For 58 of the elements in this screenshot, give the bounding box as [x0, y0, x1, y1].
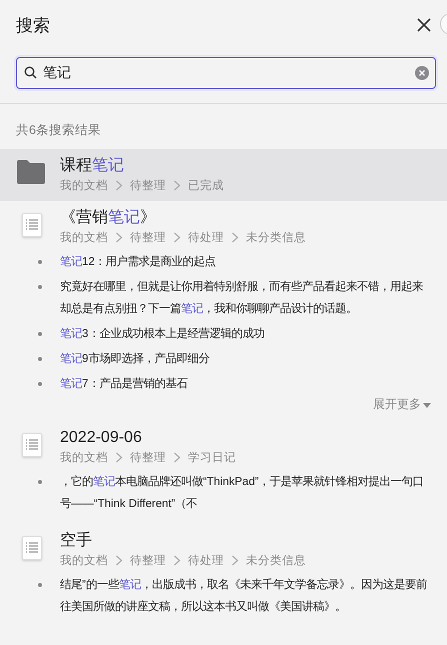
bullet-icon: [38, 285, 42, 289]
expand-more-link[interactable]: 展开更多: [373, 396, 431, 413]
breadcrumb-item[interactable]: 待处理: [188, 230, 224, 245]
search-icon: [24, 66, 37, 79]
panel-title: 搜索: [16, 14, 51, 36]
snippet-text: 结尾”的一些笔记，出版成书，取名《未来千年文学备忘录》。因为这是要前往美国所做的讲座文稿，所以这本书又叫做《美国讲稿》。: [60, 577, 428, 615]
breadcrumb-item[interactable]: 待整理: [130, 178, 166, 193]
search-field[interactable]: 笔记: [16, 57, 436, 89]
breadcrumb-item[interactable]: 未分类信息: [246, 553, 306, 568]
chevron-icon: [173, 180, 181, 191]
breadcrumb-item[interactable]: 我的文档: [60, 450, 108, 465]
clear-icon[interactable]: [415, 66, 429, 80]
search-result[interactable]: 空手 我的文档 待整理 待处理 未分类信息 结尾”的一些笔记，出版成书，取名《未来千年文学备忘录》。因为这是要前往美国所做的讲座文稿，所以这本书又叫做《美国讲稿》。: [0, 524, 447, 627]
chevron-icon: [115, 180, 123, 191]
chevron-icon: [173, 452, 181, 463]
document-icon: [22, 433, 42, 457]
breadcrumb-item[interactable]: 我的文档: [60, 230, 108, 245]
breadcrumb-item[interactable]: 我的文档: [60, 178, 108, 193]
result-count: 共6条搜索结果: [15, 122, 102, 139]
breadcrumb-item[interactable]: 我的文档: [60, 553, 108, 568]
document-icon: [22, 536, 42, 560]
chevron-icon: [115, 232, 123, 243]
snippet-text: ，它的笔记本电脑品牌还叫做“ThinkPad”，于是苹果就针锋相对提出一句口号——“Think Different”（不: [60, 474, 425, 512]
breadcrumb-item[interactable]: 学习日记: [188, 450, 236, 465]
breadcrumb-item[interactable]: 待处理: [188, 553, 224, 568]
close-button[interactable]: [417, 18, 431, 32]
bullet-icon: [38, 583, 42, 587]
breadcrumb-item[interactable]: 待整理: [130, 553, 166, 568]
result-title: 《营销笔记》: [60, 208, 157, 228]
chevron-icon: [231, 555, 239, 566]
chevron-icon: [173, 555, 181, 566]
bullet-icon: [38, 480, 42, 484]
document-icon: [22, 213, 42, 237]
snippet-text: 笔记3：企业成功根本上是经营逻辑的成功: [60, 326, 266, 342]
folder-icon: [16, 159, 46, 185]
caret-icon: [423, 402, 431, 408]
bullet-icon: [38, 332, 42, 336]
result-title: 空手: [60, 530, 93, 551]
snippet-text: 笔记7：产品是营销的基石: [60, 376, 188, 392]
search-result[interactable]: 《营销笔记》 我的文档 待整理 待处理 未分类信息 笔记12：用户需求是商业的起点 究竟好在哪里，但就是让你用着特别舒服，而有些产品看起来不错，用起来却总是有点别扭？下一篇笔记，我和你聊聊产品设计的话题。 笔记3：企业成功根本上是经营逻辑的成功 笔记9市场即选择，产品即细分 笔记7：产品是营销的基石 展开更多: [0, 201, 447, 421]
snippet-text: 笔记9市场即选择，产品即细分: [60, 351, 210, 367]
breadcrumb-item[interactable]: 待整理: [130, 230, 166, 245]
breadcrumb-item[interactable]: 待整理: [130, 450, 166, 465]
bullet-icon: [38, 260, 42, 264]
bullet-icon: [38, 382, 42, 386]
result-title: 课程笔记: [60, 156, 125, 176]
breadcrumb-item[interactable]: 未分类信息: [246, 230, 306, 245]
chevron-icon: [115, 555, 123, 566]
bullet-icon: [38, 357, 42, 361]
chevron-icon: [231, 232, 239, 243]
snippet-text: 究竟好在哪里，但就是让你用着特别舒服，而有些产品看起来不错，用起来却总是有点别扭？下一篇笔记，我和你聊聊产品设计的话题。: [60, 279, 424, 317]
search-result[interactable]: 课程笔记 我的文档 待整理 已完成: [0, 149, 447, 201]
search-result[interactable]: 2022-09-06 我的文档 待整理 学习日记 ，它的笔记本电脑品牌还叫做“ThinkPad”，于是苹果就针锋相对提出一句口号——“Think Different”（不: [0, 421, 447, 524]
result-title: 2022-09-06: [60, 428, 143, 448]
chevron-icon: [115, 452, 123, 463]
breadcrumb-item[interactable]: 已完成: [188, 178, 224, 193]
snippet-text: 笔记12：用户需求是商业的起点: [60, 254, 217, 270]
chevron-icon: [173, 232, 181, 243]
